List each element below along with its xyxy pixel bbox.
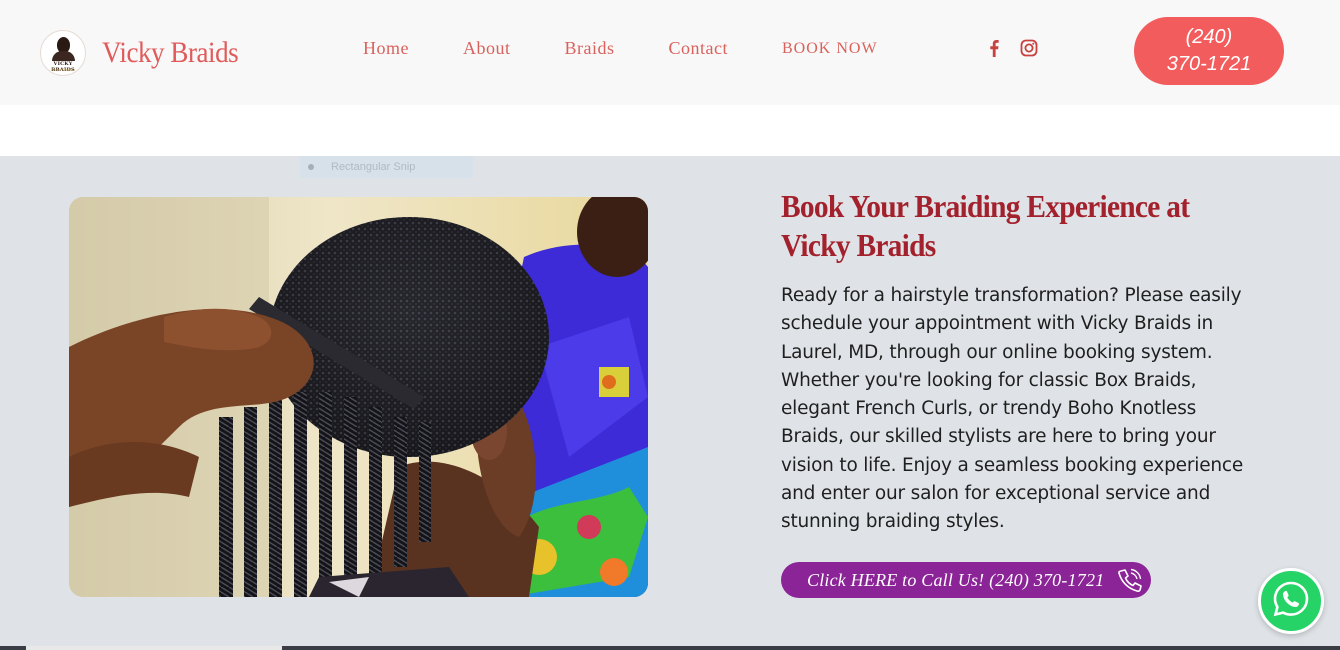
section-heading: Book Your Braiding Experience at Vicky B…	[781, 188, 1190, 263]
snip-label: Rectangular Snip	[331, 161, 416, 173]
bottom-strip	[0, 646, 1340, 650]
facebook-icon[interactable]	[984, 38, 1004, 58]
phone-line-1: (240)	[1185, 26, 1233, 48]
booking-section: Rectangular Snip Book Your Braiding Expe…	[0, 156, 1340, 650]
nav-about[interactable]: About	[463, 38, 511, 59]
social-links	[984, 38, 1054, 58]
call-us-label: Click HERE to Call Us! (240) 370-1721	[807, 569, 1105, 590]
section-paragraph: Ready for a hairstyle transformation? Pl…	[781, 285, 1244, 533]
whatsapp-icon	[1271, 579, 1311, 624]
nav-braids[interactable]: Braids	[565, 38, 615, 59]
call-us-button[interactable]: Click HERE to Call Us! (240) 370-1721	[781, 562, 1151, 598]
logo-badge[interactable]: VICKY BRAIDS Hair Studio	[40, 30, 86, 76]
nav-home[interactable]: Home	[363, 38, 409, 59]
logo[interactable]: VICKY BRAIDS Hair Studio Vicky Braids	[40, 30, 253, 76]
nav-book-now[interactable]: BOOK NOW	[782, 40, 878, 59]
braiding-photo	[69, 197, 648, 597]
main-nav: Home About Braids Contact BOOK NOW	[363, 38, 932, 59]
instagram-icon[interactable]	[1019, 38, 1039, 58]
phone-icon	[1116, 568, 1143, 592]
snip-dot-icon	[308, 164, 314, 170]
brand-name[interactable]: Vicky Braids	[102, 36, 239, 70]
nav-contact[interactable]: Contact	[669, 38, 729, 59]
snip-overlay[interactable]: Rectangular Snip	[300, 156, 473, 178]
logo-subtext: Hair Studio	[51, 67, 75, 72]
whatsapp-button[interactable]	[1258, 568, 1324, 634]
site-header: VICKY BRAIDS Hair Studio Vicky Braids Ho…	[0, 0, 1340, 105]
phone-line-2: 370-1721	[1166, 53, 1252, 75]
phone-button[interactable]: (240) 370-1721	[1134, 17, 1284, 85]
